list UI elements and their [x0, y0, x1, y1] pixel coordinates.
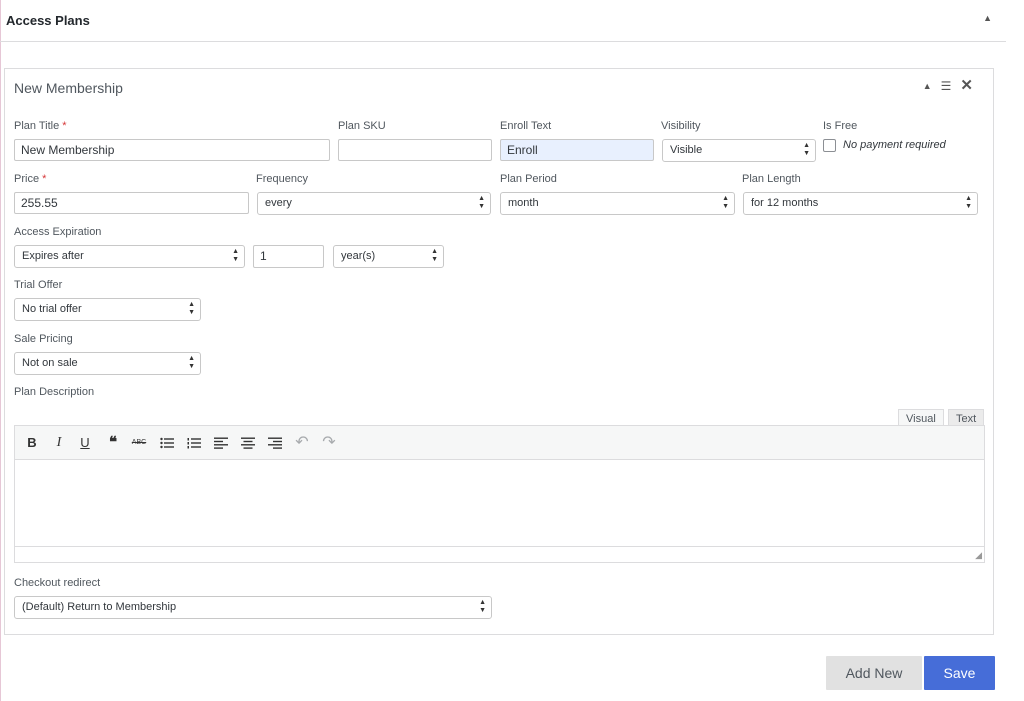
- frequency-value: every: [265, 197, 292, 209]
- select-arrows-icon: ▲ ▼: [232, 248, 239, 263]
- required-marker: *: [42, 173, 47, 185]
- enroll-text-label: Enroll Text: [500, 120, 552, 132]
- plan-length-select[interactable]: for 12 months ▲ ▼: [743, 192, 978, 215]
- checkout-redirect-select[interactable]: (Default) Return to Membership ▲ ▼: [14, 596, 492, 619]
- align-center-icon[interactable]: [238, 434, 258, 452]
- editor-status-bar: ◢: [15, 546, 984, 562]
- expiration-type-select[interactable]: Expires after ▲ ▼: [14, 245, 245, 268]
- align-left-icon[interactable]: [211, 434, 231, 452]
- plan-title-input[interactable]: New Membership: [14, 139, 330, 161]
- select-arrows-icon: ▲ ▼: [478, 195, 485, 210]
- collapse-section-icon[interactable]: ▲: [983, 13, 992, 23]
- price-label: Price *: [14, 173, 47, 185]
- expiration-type-value: Expires after: [22, 250, 84, 262]
- blockquote-icon[interactable]: ❝: [103, 434, 123, 452]
- frequency-label: Frequency: [256, 173, 308, 185]
- plan-period-select[interactable]: month ▲ ▼: [500, 192, 735, 215]
- numbered-list-icon[interactable]: [184, 434, 204, 452]
- plan-sku-input[interactable]: [338, 139, 492, 161]
- select-arrows-icon: ▲ ▼: [431, 248, 438, 263]
- undo-icon[interactable]: ↶: [292, 434, 312, 452]
- bold-icon[interactable]: B: [22, 434, 42, 452]
- trial-offer-select[interactable]: No trial offer ▲ ▼: [14, 298, 201, 321]
- sale-pricing-value: Not on sale: [22, 357, 78, 369]
- plan-period-value: month: [508, 197, 539, 209]
- visibility-select[interactable]: Visible ▲ ▼: [662, 139, 816, 162]
- section-title: Access Plans: [6, 13, 90, 28]
- enroll-text-input[interactable]: Enroll: [500, 139, 654, 161]
- select-arrows-icon: ▲ ▼: [965, 195, 972, 210]
- underline-icon[interactable]: U: [75, 434, 95, 452]
- access-plan-card: New Membership ▲ ☰ ✕ Plan Title * New Mem…: [4, 68, 994, 635]
- price-input[interactable]: 255.55: [14, 192, 249, 214]
- expiration-length-input[interactable]: 1: [253, 245, 324, 268]
- trial-offer-label: Trial Offer: [14, 279, 63, 291]
- plan-title-label: Plan Title *: [14, 120, 67, 132]
- resize-handle-icon[interactable]: ◢: [975, 550, 982, 561]
- access-expiration-label: Access Expiration: [14, 226, 102, 238]
- strikethrough-icon[interactable]: ABC: [129, 434, 149, 452]
- plan-length-value: for 12 months: [751, 197, 819, 209]
- redo-icon[interactable]: ↷: [319, 434, 339, 452]
- select-arrows-icon: ▲ ▼: [188, 301, 195, 316]
- plan-card-title: New Membership: [14, 80, 123, 96]
- visibility-label: Visibility: [661, 120, 701, 132]
- editor-content-area[interactable]: [15, 461, 984, 546]
- checkout-redirect-label: Checkout redirect: [14, 577, 101, 589]
- no-payment-label: No payment required: [843, 139, 946, 151]
- plan-length-label: Plan Length: [742, 173, 801, 185]
- select-arrows-icon: ▲ ▼: [479, 599, 486, 614]
- italic-icon[interactable]: I: [49, 434, 69, 452]
- drag-handle-icon[interactable]: ☰: [941, 79, 952, 93]
- checkout-redirect-value: (Default) Return to Membership: [22, 601, 177, 613]
- card-tools: ▲ ☰ ✕: [923, 78, 973, 93]
- plan-sku-label: Plan SKU: [338, 120, 386, 132]
- plan-period-label: Plan Period: [500, 173, 557, 185]
- access-plans-header: Access Plans ▲: [0, 0, 1006, 42]
- is-free-label: Is Free: [823, 120, 858, 132]
- left-edge-line: [0, 0, 1, 701]
- select-arrows-icon: ▲ ▼: [722, 195, 729, 210]
- description-editor: B I U ❝ ABC ↶ ↷ ◢: [14, 425, 985, 563]
- select-arrows-icon: ▲ ▼: [803, 142, 810, 157]
- align-right-icon[interactable]: [265, 434, 285, 452]
- save-button[interactable]: Save: [924, 656, 995, 690]
- add-new-button[interactable]: Add New: [826, 656, 922, 690]
- sale-pricing-label: Sale Pricing: [14, 333, 73, 345]
- expiration-period-select[interactable]: year(s) ▲ ▼: [333, 245, 444, 268]
- close-icon[interactable]: ✕: [960, 78, 973, 93]
- plan-description-label: Plan Description: [14, 386, 95, 398]
- trial-offer-value: No trial offer: [22, 303, 82, 315]
- sale-pricing-select[interactable]: Not on sale ▲ ▼: [14, 352, 201, 375]
- collapse-plan-icon[interactable]: ▲: [923, 79, 932, 93]
- frequency-select[interactable]: every ▲ ▼: [257, 192, 491, 215]
- is-free-checkbox[interactable]: [823, 139, 836, 152]
- visibility-value: Visible: [670, 144, 703, 156]
- editor-toolbar: B I U ❝ ABC ↶ ↷: [15, 426, 984, 460]
- expiration-period-value: year(s): [341, 250, 376, 262]
- required-marker: *: [62, 120, 67, 132]
- bullet-list-icon[interactable]: [157, 434, 177, 452]
- select-arrows-icon: ▲ ▼: [188, 355, 195, 370]
